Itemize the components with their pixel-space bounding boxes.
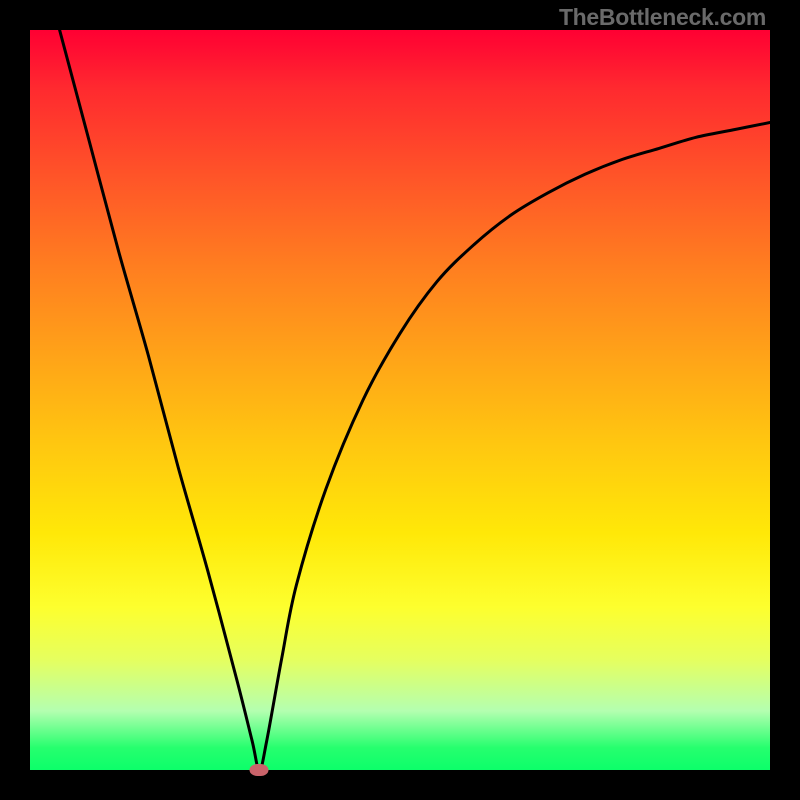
plot-area (30, 30, 770, 770)
vertex-marker (250, 764, 269, 776)
chart-frame: TheBottleneck.com (0, 0, 800, 800)
watermark-text: TheBottleneck.com (559, 4, 766, 31)
bottleneck-curve (30, 30, 770, 770)
